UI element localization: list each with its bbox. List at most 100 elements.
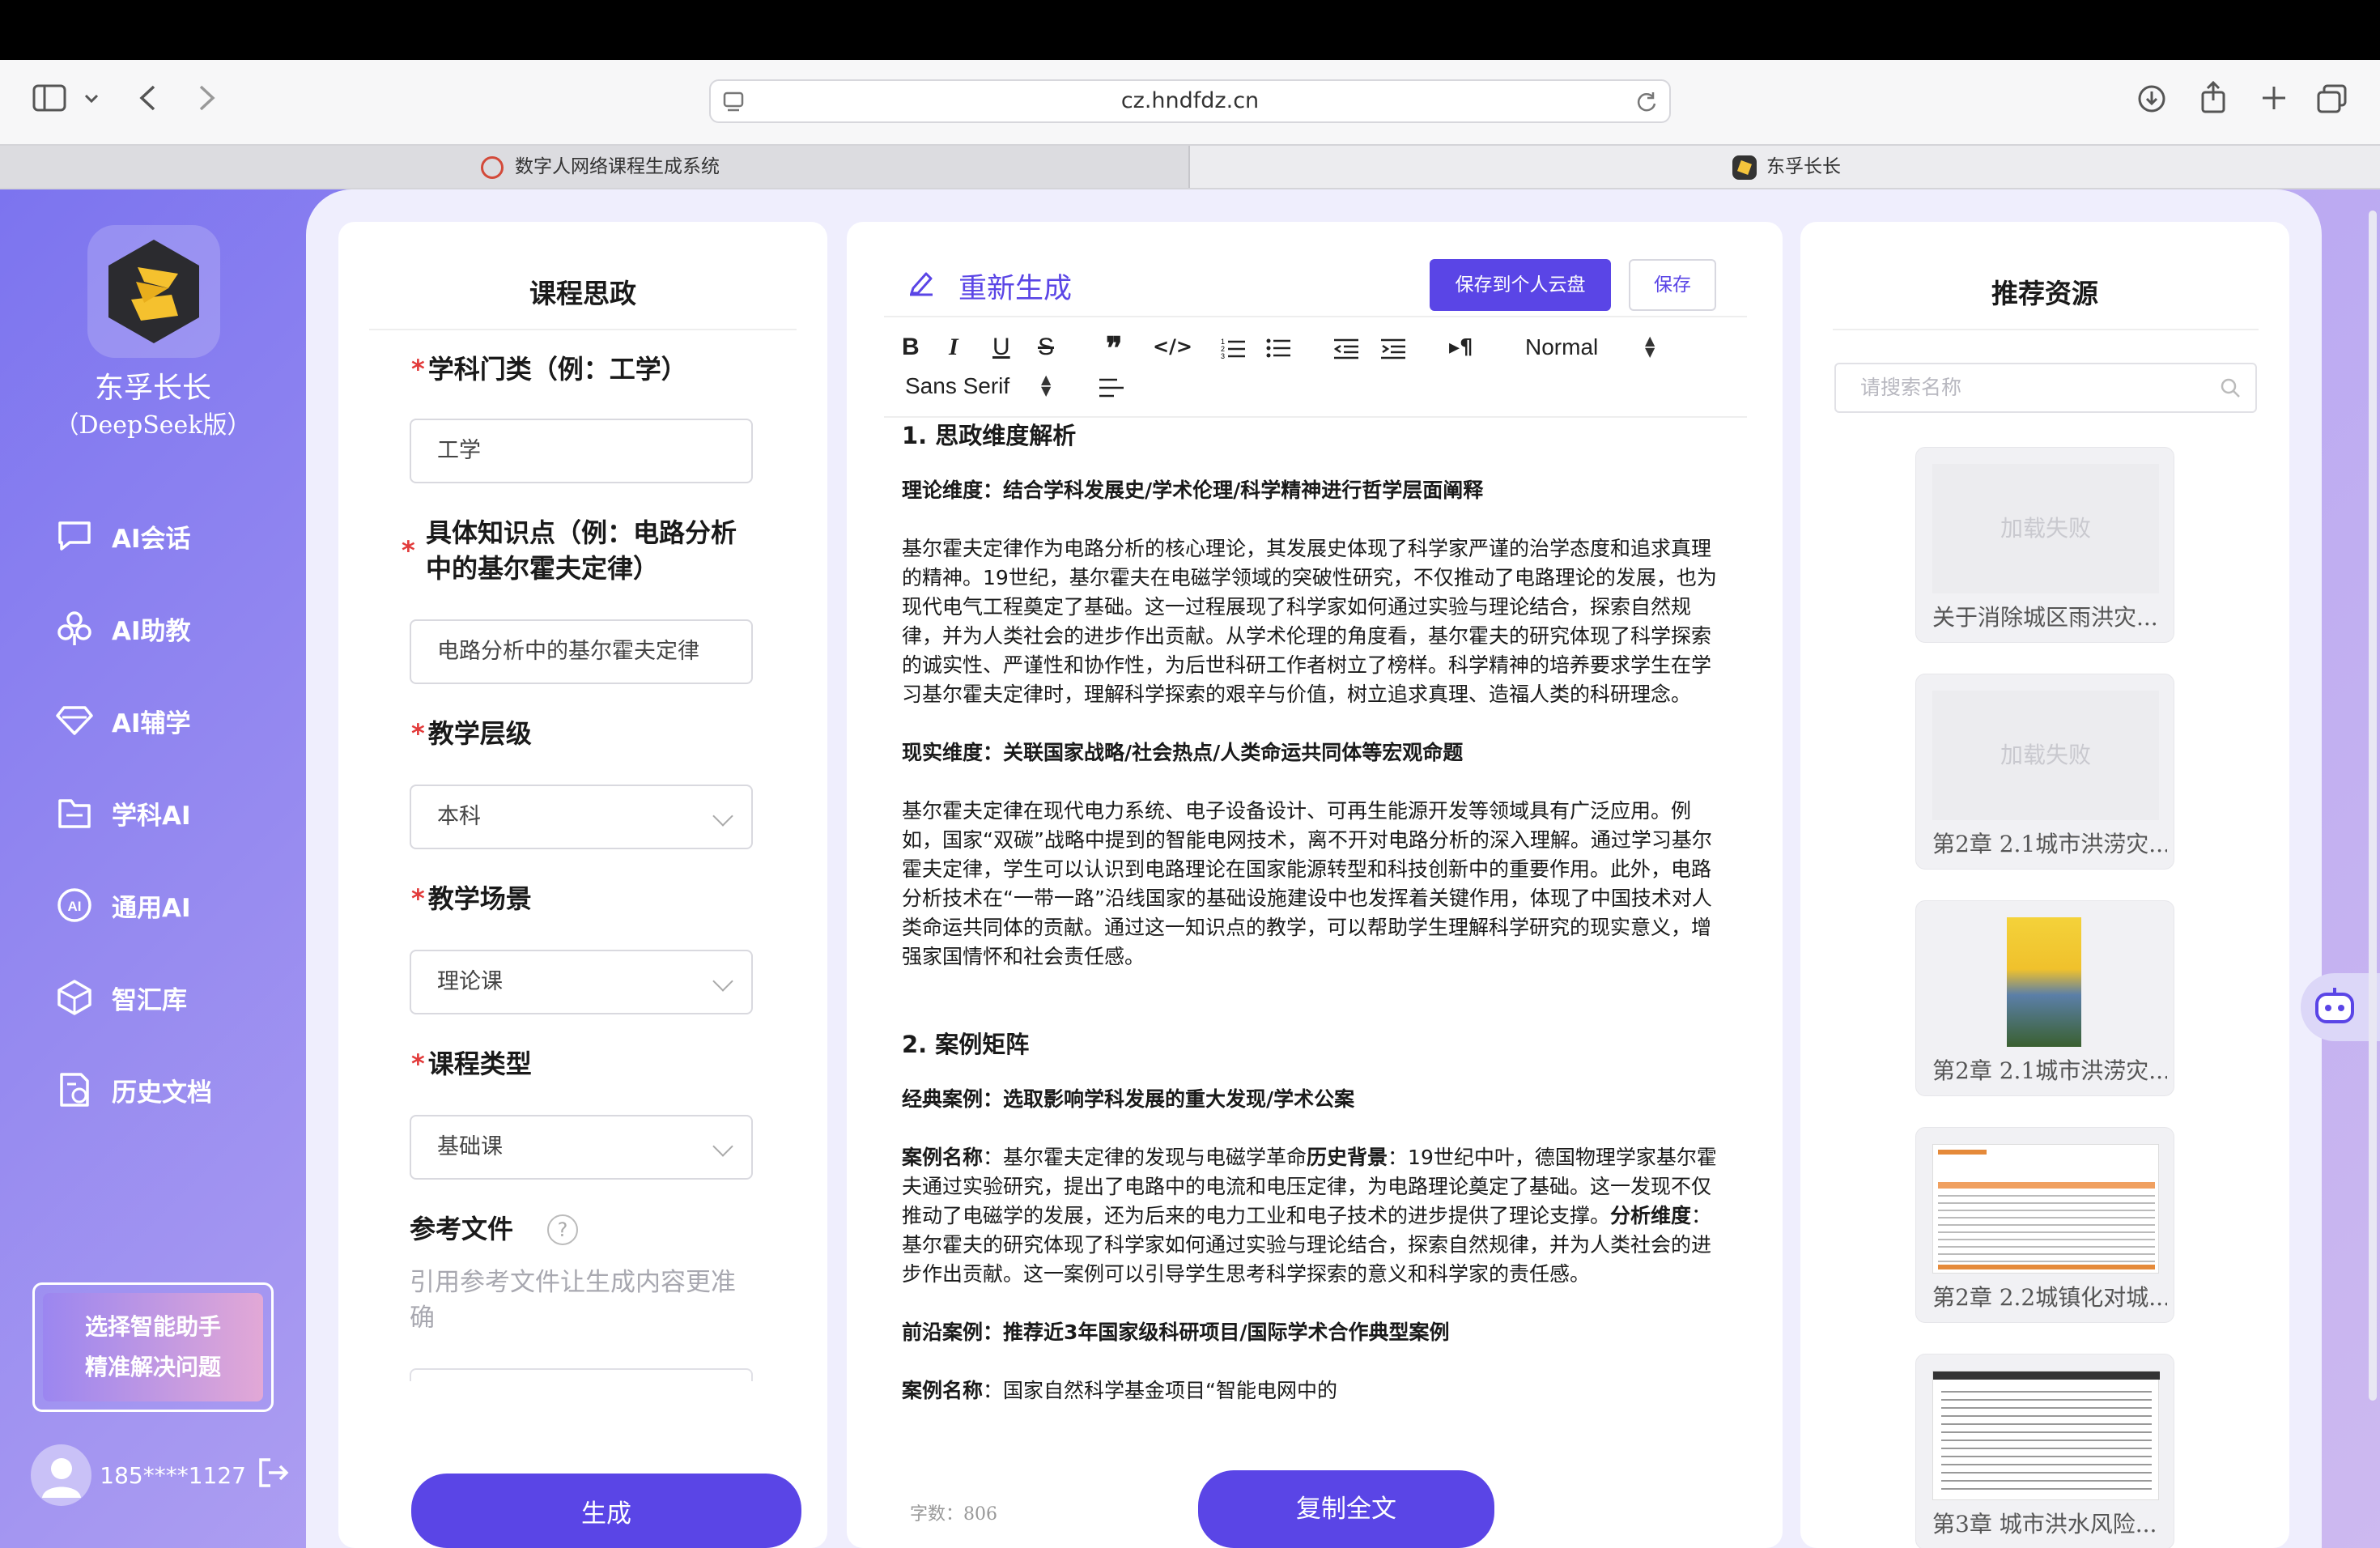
nav-item-label: AI助教 bbox=[112, 616, 191, 646]
ordered-list-icon[interactable]: 123 bbox=[1221, 337, 1245, 363]
nav-item-label: 学科AI bbox=[112, 801, 191, 831]
blockquote-button[interactable]: ❞ bbox=[1106, 330, 1122, 367]
diamond-icon bbox=[53, 700, 96, 742]
nav-item-general-ai[interactable]: AI 通用AI bbox=[53, 882, 280, 928]
italic-button[interactable]: I bbox=[949, 334, 958, 361]
teaching-scene-select[interactable]: 理论课 bbox=[410, 950, 753, 1014]
nav-item-ai-chat[interactable]: AI会话 bbox=[53, 513, 280, 559]
nav-item-label: 历史文档 bbox=[112, 1078, 212, 1108]
document-preview-image bbox=[1932, 1144, 2159, 1274]
field-label-discipline: * 学科门类（例：工学） bbox=[411, 354, 687, 385]
tab-overview-icon[interactable] bbox=[2317, 84, 2348, 117]
paragraph: 基尔霍夫定律作为电路分析的核心理论，其发展史体现了科学家严谨的治学态度和追求真理… bbox=[902, 537, 1717, 706]
brand-subtitle: （DeepSeek版） bbox=[54, 411, 252, 440]
code-button[interactable]: </> bbox=[1153, 335, 1192, 358]
site-favicon-icon bbox=[481, 156, 504, 179]
nav-item-knowledge-base[interactable]: 智汇库 bbox=[53, 975, 280, 1020]
resource-thumbnail: 加载失败 bbox=[1932, 464, 2159, 593]
bullet-list-icon[interactable] bbox=[1266, 337, 1290, 363]
nav-item-subject-ai[interactable]: 学科AI bbox=[53, 790, 280, 836]
paragraph: 基尔霍夫定律在现代电力系统、电子设备设计、可再生能源开发等领域具有广泛应用。例如… bbox=[902, 799, 1712, 968]
save-to-cloud-button[interactable]: 保存到个人云盘 bbox=[1430, 259, 1611, 311]
help-icon[interactable]: ? bbox=[547, 1214, 578, 1245]
text-direction-button[interactable]: ▸¶ bbox=[1449, 335, 1473, 359]
promo-line1: 选择智能助手 bbox=[84, 1313, 221, 1340]
discipline-input[interactable]: 工学 bbox=[410, 419, 753, 483]
field-label-course-type: * 课程类型 bbox=[411, 1048, 532, 1079]
course-type-select[interactable]: 基础课 bbox=[410, 1115, 753, 1180]
edit-icon bbox=[907, 267, 936, 300]
section-heading: 1. 思政维度解析 bbox=[902, 422, 1077, 449]
chevron-down-icon[interactable] bbox=[84, 92, 99, 108]
underline-button[interactable]: U bbox=[992, 334, 1010, 361]
indent-icon[interactable] bbox=[1381, 338, 1405, 363]
field-label-teaching-level: * 教学层级 bbox=[411, 718, 532, 749]
svg-text:AI: AI bbox=[68, 899, 82, 914]
tab-bar: 数字人网络课程生成系统 东孚长长 bbox=[0, 144, 2380, 189]
search-icon[interactable] bbox=[2220, 377, 2241, 402]
share-icon[interactable] bbox=[2200, 80, 2226, 117]
tab-dongfu[interactable]: 东孚长长 bbox=[1190, 146, 2380, 188]
user-info: 185****1127 bbox=[31, 1443, 290, 1508]
nav-item-history-docs[interactable]: 历史文档 bbox=[53, 1067, 280, 1112]
reference-hint: 引用参考文件让生成内容更准 确 bbox=[410, 1268, 736, 1333]
section-heading: 2. 案例矩阵 bbox=[902, 1031, 1030, 1058]
promo-banner[interactable]: 选择智能助手 精准解决问题 bbox=[32, 1282, 274, 1412]
back-icon[interactable] bbox=[138, 84, 157, 115]
save-button[interactable]: 保存 bbox=[1629, 259, 1716, 311]
outdent-icon[interactable] bbox=[1333, 338, 1358, 363]
chat-icon bbox=[53, 515, 96, 557]
tab-label: 数字人网络课程生成系统 bbox=[515, 156, 720, 177]
sidebar-toggle-icon[interactable] bbox=[32, 84, 66, 115]
tab-course-system[interactable]: 数字人网络课程生成系统 bbox=[0, 146, 1190, 188]
regenerate-button[interactable]: 重新生成 bbox=[958, 266, 1072, 307]
heading-select[interactable]: Normal bbox=[1525, 334, 1598, 360]
generate-button[interactable]: 生成 bbox=[411, 1474, 801, 1548]
strikethrough-button[interactable]: S bbox=[1038, 334, 1054, 361]
chevron-down-icon bbox=[712, 971, 733, 992]
document-preview-image bbox=[1932, 1371, 2160, 1500]
chevron-down-icon bbox=[712, 1136, 733, 1157]
font-select-arrows-icon[interactable]: ▲ ▼ bbox=[1041, 373, 1051, 398]
svg-text:3: 3 bbox=[1221, 352, 1225, 359]
nav-item-label: 通用AI bbox=[112, 893, 191, 923]
new-tab-icon[interactable] bbox=[2260, 84, 2288, 115]
divider bbox=[884, 316, 1747, 317]
bold-button[interactable]: B bbox=[902, 334, 920, 361]
forward-icon[interactable] bbox=[198, 84, 217, 115]
word-count: 字数：806 bbox=[910, 1504, 997, 1525]
resource-title: 关于消除城区雨洪灾... bbox=[1932, 604, 2158, 631]
field-label-knowledge-point: * 具体知识点（例：电路分析 中的基尔霍夫定律） bbox=[402, 517, 737, 584]
page-scrollbar[interactable] bbox=[2369, 211, 2377, 1401]
heading-select-arrows-icon[interactable]: ▲ ▼ bbox=[1645, 334, 1655, 359]
resource-card[interactable]: 加载失败 关于消除城区雨洪灾... bbox=[1915, 447, 2174, 643]
nav-item-ai-tutor[interactable]: AI辅学 bbox=[53, 698, 280, 743]
section-subheading: 现实维度：关联国家战略/社会热点/人类命运共同体等宏观命题 bbox=[902, 741, 1464, 764]
resource-card[interactable]: 加载失败 第2章 2.1城市洪涝灾... bbox=[1915, 674, 2174, 870]
nav-item-ai-assistant[interactable]: AI助教 bbox=[53, 606, 280, 651]
editor-content[interactable]: 1. 思政维度解析 理论维度：结合学科发展史/学术伦理/科学精神进行哲学层面阐释… bbox=[902, 421, 1728, 1433]
chevron-down-icon bbox=[712, 806, 733, 827]
teaching-level-select[interactable]: 本科 bbox=[410, 785, 753, 849]
reference-file-label: 参考文件 bbox=[410, 1214, 514, 1244]
copy-all-button[interactable]: 复制全文 bbox=[1198, 1470, 1494, 1548]
resource-card[interactable]: 第3章 城市洪水风险... bbox=[1915, 1354, 2174, 1548]
resource-card[interactable]: 第2章 2.2城镇化对城... bbox=[1915, 1127, 2174, 1323]
resource-card[interactable]: 第2章 2.1城市洪涝灾... bbox=[1915, 900, 2174, 1096]
system-menu-bar bbox=[0, 0, 2380, 60]
align-icon[interactable] bbox=[1099, 377, 1124, 402]
section-subheading: 理论维度：结合学科发展史/学术伦理/科学精神进行哲学层面阐释 bbox=[902, 478, 1484, 502]
font-select[interactable]: Sans Serif bbox=[905, 373, 1009, 399]
app-logo bbox=[87, 225, 220, 358]
knowledge-point-input[interactable]: 电路分析中的基尔霍夫定律 bbox=[410, 619, 753, 684]
logout-icon[interactable] bbox=[257, 1457, 290, 1495]
download-icon[interactable] bbox=[2137, 84, 2166, 117]
avatar[interactable] bbox=[31, 1444, 92, 1506]
cube-icon bbox=[53, 976, 96, 1019]
paragraph: 案例名称：国家自然科学基金项目“智能电网中的 bbox=[902, 1379, 1337, 1402]
resource-search-input[interactable]: 请搜索名称 bbox=[1834, 363, 2257, 413]
reload-icon[interactable] bbox=[1635, 91, 1658, 117]
reference-upload-box[interactable] bbox=[410, 1368, 753, 1381]
field-label-teaching-scene: * 教学场景 bbox=[411, 883, 532, 914]
address-bar[interactable]: cz.hndfdz.cn bbox=[709, 79, 1671, 123]
